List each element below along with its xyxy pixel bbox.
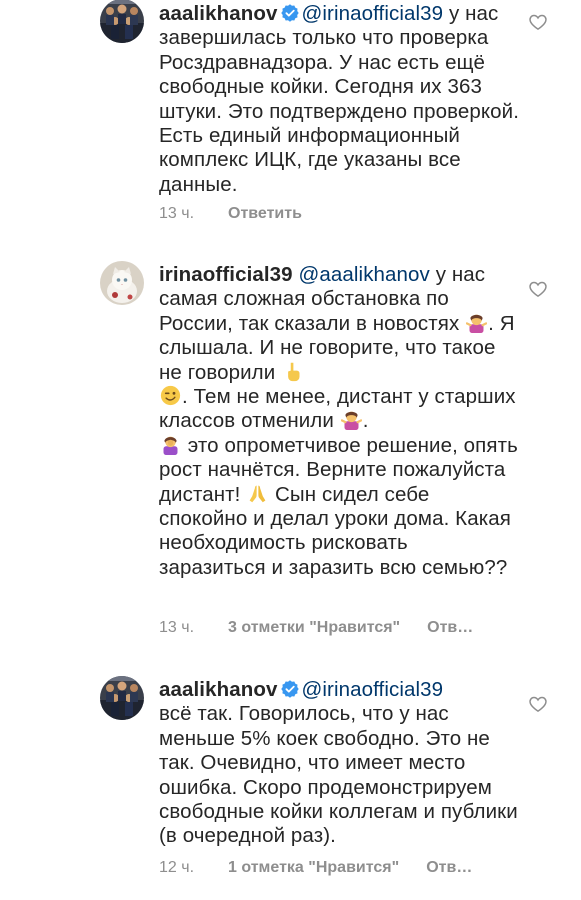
reply-button[interactable]: Ответить: [228, 204, 302, 224]
reply-button[interactable]: Отв…: [427, 618, 473, 638]
mention-link[interactable]: @irinaofficial39: [301, 2, 443, 25]
comment-time: 12 ч.: [159, 859, 195, 876]
comment-text: aaalikhanov @irinaofficial39 всё так. Гово…: [159, 678, 519, 849]
avatar[interactable]: [100, 0, 144, 43]
comment-text: aaalikhanov @irinaofficial39 у нас заверш…: [159, 2, 519, 197]
comment-body: у нас завершилась только что проверка Ро…: [159, 2, 519, 196]
comment-body-part: . Тем не менее, дистант у старших классо…: [159, 385, 516, 433]
woman-facepalming-emoji: [160, 434, 181, 455]
comment-username[interactable]: aaalikhanov: [159, 678, 277, 701]
avatar[interactable]: [100, 261, 144, 305]
winking-face-emoji: [160, 385, 181, 406]
likes-count[interactable]: 3 отметки "Нравится": [228, 618, 400, 638]
avatar-group-photo: [100, 676, 144, 720]
avatar[interactable]: [100, 676, 144, 720]
comment-meta: 13 ч. Ответить: [159, 204, 302, 224]
mention-link[interactable]: @aaalikhanov: [298, 263, 429, 286]
reply-button[interactable]: Отв…: [426, 858, 472, 878]
heart-outline-icon[interactable]: [528, 12, 548, 32]
pointing-up-emoji: [282, 361, 303, 382]
comment-meta: 12 ч. 1 отметка "Нравится" Отв…: [159, 858, 472, 878]
woman-shrugging-emoji: [466, 312, 487, 333]
woman-shrugging-emoji: [341, 409, 362, 430]
avatar-white-cat: [100, 261, 144, 305]
comment-time: 13 ч.: [159, 619, 195, 636]
folded-hands-emoji: [247, 483, 268, 504]
comment-body: всё так. Говорилось, что у нас меньше 5%…: [159, 702, 518, 848]
heart-outline-icon[interactable]: [528, 279, 548, 299]
comment-text: irinaofficial39 @aaalikhanov у нас самая…: [159, 263, 519, 580]
comment-time: 13 ч.: [159, 205, 195, 222]
comment-meta: 13 ч. 3 отметки "Нравится" Отв…: [159, 618, 473, 638]
avatar-group-photo: [100, 0, 144, 43]
verified-badge-icon: [281, 4, 299, 22]
verified-badge-icon: [281, 680, 299, 698]
comment-body-part: .: [362, 409, 369, 433]
comment-username[interactable]: aaalikhanov: [159, 2, 277, 25]
likes-count[interactable]: 1 отметка "Нравится": [228, 858, 399, 878]
mention-link[interactable]: @irinaofficial39: [301, 678, 443, 701]
comment-username[interactable]: irinaofficial39: [159, 263, 293, 286]
heart-outline-icon[interactable]: [528, 694, 548, 714]
